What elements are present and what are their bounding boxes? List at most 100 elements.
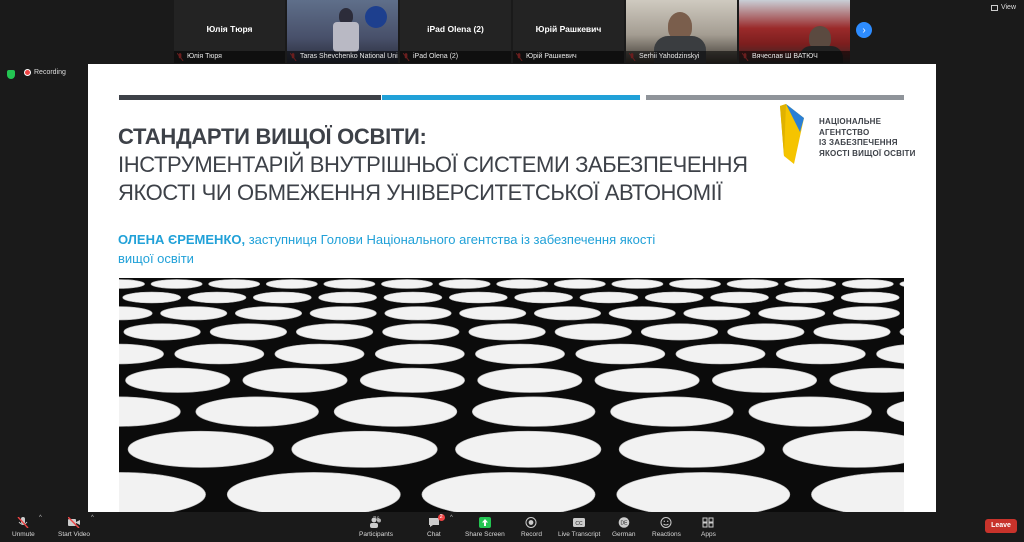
plate-shape	[477, 367, 583, 393]
leave-button[interactable]: Leave	[985, 519, 1017, 533]
slide-title-line1: СТАНДАРТИ ВИЩОЇ ОСВІТИ:	[118, 124, 427, 149]
plate-shape	[119, 306, 153, 321]
podium	[333, 22, 359, 52]
plate-shape	[618, 430, 766, 468]
apps-button[interactable]: Apps	[701, 517, 716, 538]
plate-shape	[448, 291, 508, 304]
plate-shape	[611, 279, 664, 289]
plate-shape	[575, 343, 666, 365]
live-transcript-button[interactable]: CC Live Transcript	[558, 517, 600, 538]
participant-tile[interactable]: Юлія Тюря Юлія Тюря	[174, 0, 285, 63]
plate-shape	[899, 327, 904, 336]
chat-badge: 2	[437, 514, 445, 521]
plate-shape	[514, 291, 573, 304]
smiley-icon	[660, 517, 672, 528]
participants-label: Participants	[359, 531, 393, 538]
plate-shape	[710, 291, 769, 304]
share-screen-icon	[478, 517, 491, 528]
plate-shape	[775, 343, 866, 365]
plate-shape	[122, 291, 182, 304]
participant-tile[interactable]: Юрій Рашкевич Юрій Рашкевич	[513, 0, 624, 63]
participant-label: Taras Shevchenko National Uni o...	[287, 51, 398, 63]
svg-text:CC: CC	[576, 521, 584, 527]
participant-tile[interactable]: Taras Shevchenko National Uni o...	[287, 0, 398, 63]
plate-shape	[841, 279, 894, 289]
plate-shape	[150, 279, 203, 289]
share-screen-button[interactable]: Share Screen	[465, 517, 505, 538]
plate-shape	[438, 279, 491, 289]
reactions-label: Reactions	[652, 531, 681, 538]
security-shield-icon[interactable]	[7, 70, 15, 79]
plate-shape	[125, 367, 231, 393]
reactions-button[interactable]: Reactions	[652, 517, 681, 538]
slide-speaker: ОЛЕНА ЄРЕМЕНКО, заступниця Голови Націон…	[118, 230, 678, 268]
chevron-right-icon: ›	[862, 24, 866, 36]
plate-shape	[274, 343, 365, 365]
recording-label: Recording	[34, 69, 66, 76]
chat-label: Chat	[427, 531, 441, 538]
plates-illustration	[119, 279, 904, 512]
participant-tile[interactable]: Serhii Yahodzinskyi	[626, 0, 737, 63]
plate-shape	[309, 306, 377, 321]
plate-shape	[382, 323, 460, 341]
plate-shape	[455, 430, 602, 468]
logo-line: НАЦІОНАЛЬНЕ	[819, 117, 882, 126]
plate-shape	[160, 306, 228, 321]
view-label: View	[1000, 4, 1016, 11]
participant-tile[interactable]: Вячеслав Ш ВАТЮЧ	[739, 0, 850, 63]
apps-icon	[702, 517, 714, 528]
plate-shape	[468, 323, 546, 341]
plate-shape	[475, 343, 565, 365]
plate-shape	[675, 343, 766, 365]
plate-shape	[383, 291, 443, 304]
view-button[interactable]: View	[990, 4, 1016, 11]
participants-count: 76	[373, 517, 380, 523]
chat-button[interactable]: 2 Chat	[427, 514, 445, 538]
plate-shape	[119, 279, 145, 289]
participant-label: Юрій Рашкевич	[513, 51, 624, 63]
plate-shape	[119, 396, 181, 427]
plate-shape	[242, 367, 348, 393]
language-globe-icon: DE	[618, 517, 630, 528]
plate-shape	[226, 472, 401, 512]
plate-shape	[608, 306, 676, 321]
share-screen-label: Share Screen	[465, 531, 505, 538]
participant-strip: Юлія Тюря Юлія Тюря Taras Shevchenko Nat…	[174, 0, 850, 63]
video-options-caret[interactable]: ^	[91, 515, 94, 521]
plate-shape	[127, 430, 274, 468]
record-icon	[525, 517, 537, 528]
plate-shape	[119, 472, 206, 512]
meeting-toolbar: Unmute ^ Start Video ^ 76 Participants 2…	[0, 512, 1024, 542]
plate-shape	[553, 279, 606, 289]
participant-tile[interactable]: iPad Olena (2) iPad Olena (2)	[400, 0, 511, 63]
plate-shape	[496, 279, 549, 289]
plate-shape	[899, 281, 904, 287]
unmute-label: Unmute	[12, 531, 35, 538]
plate-shape	[669, 279, 721, 289]
recording-indicator[interactable]: Recording	[24, 69, 66, 76]
grid-view-icon	[990, 4, 998, 11]
audio-options-caret[interactable]: ^	[39, 515, 42, 521]
unmute-button[interactable]: Unmute	[12, 517, 35, 538]
slide-title-line3: ЯКОСТІ ЧИ ОБМЕЖЕННЯ УНІВЕРСИТЕТСЬКОЇ АВТ…	[118, 180, 723, 205]
apps-label: Apps	[701, 531, 716, 538]
plate-shape	[333, 396, 458, 427]
shared-screen-slide: СТАНДАРТИ ВИЩОЇ ОСВІТИ: ІНСТРУМЕНТАРІЙ В…	[88, 64, 936, 512]
plate-shape	[323, 279, 376, 289]
plate-shape	[683, 306, 751, 321]
chat-options-caret[interactable]: ^	[450, 515, 453, 521]
participants-button[interactable]: 76 Participants	[359, 517, 393, 538]
plate-shape	[119, 343, 164, 365]
next-page-button[interactable]: ›	[856, 22, 872, 38]
record-button[interactable]: Record	[521, 517, 542, 538]
plate-shape	[174, 343, 265, 365]
plate-shape	[533, 306, 601, 321]
plate-shape	[318, 291, 377, 304]
slide-bar-dark	[119, 95, 381, 100]
plate-shape	[640, 323, 719, 341]
plate-shape	[726, 279, 779, 289]
start-video-button[interactable]: Start Video	[58, 517, 90, 538]
language-button[interactable]: DE German	[612, 517, 635, 538]
plate-shape	[208, 279, 261, 289]
participant-name: iPad Olena (2)	[427, 24, 484, 34]
